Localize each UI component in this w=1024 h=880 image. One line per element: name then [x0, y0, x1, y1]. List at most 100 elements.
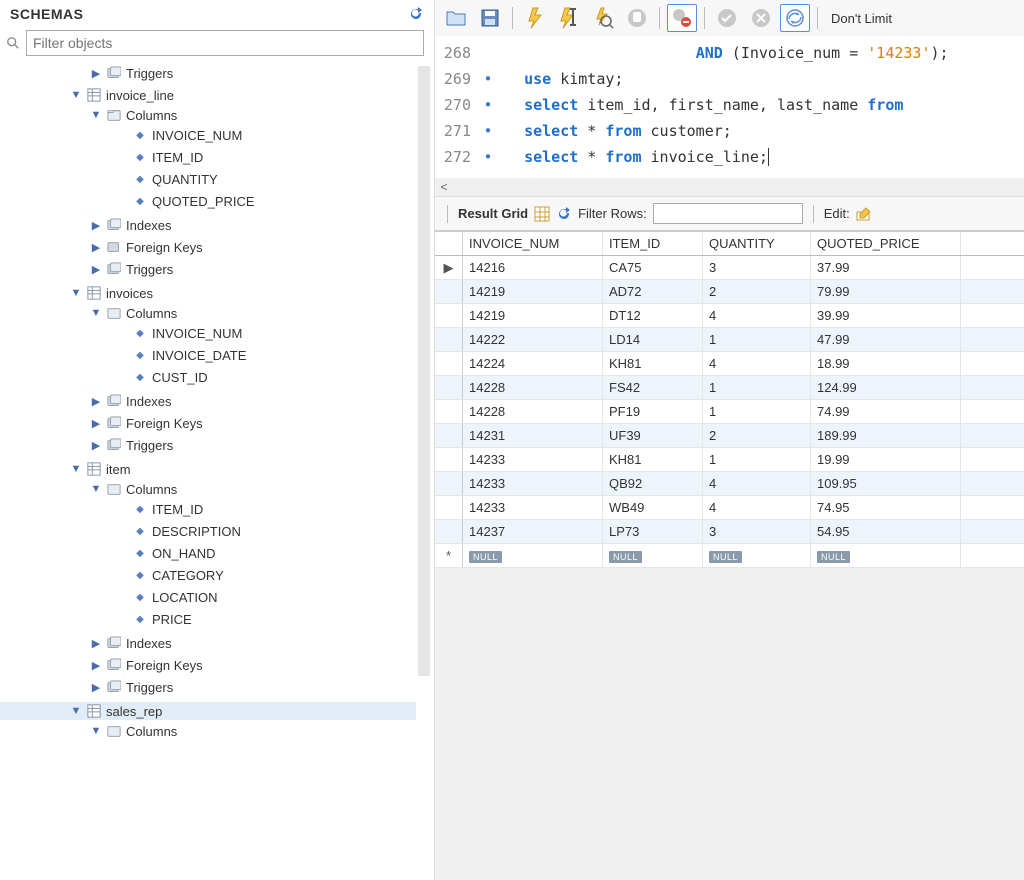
row-handle[interactable]: [435, 448, 463, 471]
grid-cell[interactable]: 4: [703, 472, 811, 495]
tree-node-indexes[interactable]: Indexes: [0, 634, 416, 652]
row-handle[interactable]: [435, 472, 463, 495]
grid-cell-null[interactable]: NULL: [603, 544, 703, 567]
grid-row[interactable]: 14228PF19174.99: [435, 400, 1024, 424]
tree-node-item[interactable]: item: [0, 460, 416, 478]
breakpoint-dot[interactable]: •: [479, 70, 497, 88]
grid-cell[interactable]: 1: [703, 448, 811, 471]
tree-node-fkeys[interactable]: Foreign Keys: [0, 656, 416, 674]
grid-header-cell[interactable]: ITEM_ID: [603, 232, 703, 255]
code-text[interactable]: select * from invoice_line;: [497, 148, 1024, 166]
autocommit-button[interactable]: [780, 4, 810, 32]
stop-on-error-button[interactable]: [667, 4, 697, 32]
tree-node-columns[interactable]: Columns: [0, 722, 416, 740]
grid-cell[interactable]: 14219: [463, 304, 603, 327]
edit-row-icon[interactable]: [856, 206, 874, 222]
grid-row[interactable]: 14233QB924109.95: [435, 472, 1024, 496]
expand-icon[interactable]: [90, 681, 102, 694]
limit-rows-label[interactable]: Don't Limit: [825, 11, 898, 26]
editor-line[interactable]: 271• select * from customer;: [435, 118, 1024, 144]
grid-cell[interactable]: CA75: [603, 256, 703, 279]
code-text[interactable]: AND (Invoice_num = '14233');: [497, 44, 1024, 62]
collapse-icon[interactable]: [90, 725, 102, 737]
tree-scrollbar[interactable]: [418, 66, 430, 676]
rollback-button[interactable]: [746, 4, 776, 32]
grid-cell[interactable]: 79.99: [811, 280, 961, 303]
filter-rows-input[interactable]: [653, 203, 803, 224]
tree-column-price[interactable]: ◆PRICE: [0, 610, 416, 628]
stop-button[interactable]: [622, 4, 652, 32]
grid-cell[interactable]: 1: [703, 376, 811, 399]
grid-cell[interactable]: 1: [703, 328, 811, 351]
grid-cell[interactable]: 3: [703, 520, 811, 543]
tree-node-indexes[interactable]: Indexes: [0, 216, 416, 234]
grid-cell[interactable]: 4: [703, 496, 811, 519]
grid-row[interactable]: 14233KH81119.99: [435, 448, 1024, 472]
grid-cell[interactable]: 74.95: [811, 496, 961, 519]
grid-cell[interactable]: 4: [703, 304, 811, 327]
expand-icon[interactable]: [90, 439, 102, 452]
code-text[interactable]: select item_id, first_name, last_name fr…: [497, 96, 1024, 114]
grid-cell[interactable]: 14233: [463, 448, 603, 471]
row-handle[interactable]: [435, 352, 463, 375]
grid-cell[interactable]: 14228: [463, 400, 603, 423]
schema-tree[interactable]: Triggers invoice_line Columns ◆INVOICE_N…: [0, 62, 434, 880]
grid-null-row[interactable]: * NULL NULL NULL NULL: [435, 544, 1024, 568]
open-file-button[interactable]: [441, 4, 471, 32]
tree-node-columns[interactable]: Columns: [0, 480, 416, 498]
expand-icon[interactable]: [90, 241, 102, 254]
grid-cell[interactable]: 1: [703, 400, 811, 423]
tree-column-on-hand[interactable]: ◆ON_HAND: [0, 544, 416, 562]
grid-cell[interactable]: 14233: [463, 472, 603, 495]
grid-cell[interactable]: 37.99: [811, 256, 961, 279]
sql-editor[interactable]: 268 AND (Invoice_num = '14233');269• use…: [435, 36, 1024, 196]
grid-cell-null[interactable]: NULL: [463, 544, 603, 567]
tree-column-quantity[interactable]: ◆QUANTITY: [0, 170, 416, 188]
grid-cell[interactable]: 109.95: [811, 472, 961, 495]
editor-line[interactable]: 272• select * from invoice_line;: [435, 144, 1024, 170]
tree-node-sales-rep[interactable]: sales_rep: [0, 702, 416, 720]
collapse-icon[interactable]: [70, 89, 82, 101]
grid-cell[interactable]: 2: [703, 280, 811, 303]
tree-column-description[interactable]: ◆DESCRIPTION: [0, 522, 416, 540]
grid-cell[interactable]: DT12: [603, 304, 703, 327]
grid-cell-null[interactable]: NULL: [811, 544, 961, 567]
expand-icon[interactable]: [90, 637, 102, 650]
expand-icon[interactable]: [90, 263, 102, 276]
expand-icon[interactable]: [90, 659, 102, 672]
collapse-icon[interactable]: [70, 705, 82, 717]
grid-cell[interactable]: FS42: [603, 376, 703, 399]
grid-cell[interactable]: 14231: [463, 424, 603, 447]
grid-cell[interactable]: PF19: [603, 400, 703, 423]
row-handle[interactable]: ▶: [435, 256, 463, 279]
grid-row[interactable]: 14219AD72279.99: [435, 280, 1024, 304]
grid-cell[interactable]: 14237: [463, 520, 603, 543]
grid-cell[interactable]: 2: [703, 424, 811, 447]
refresh-icon[interactable]: [408, 6, 424, 22]
tree-column-invoice-num[interactable]: ◆INVOICE_NUM: [0, 324, 416, 342]
tree-column-cust-id[interactable]: ◆CUST_ID: [0, 368, 416, 386]
tree-node-invoices[interactable]: invoices: [0, 284, 416, 302]
tree-node-fkeys[interactable]: Foreign Keys: [0, 414, 416, 432]
grid-cell[interactable]: KH81: [603, 448, 703, 471]
expand-icon[interactable]: [90, 417, 102, 430]
expand-icon[interactable]: [90, 67, 102, 80]
grid-cell[interactable]: 18.99: [811, 352, 961, 375]
grid-cell[interactable]: LP73: [603, 520, 703, 543]
grid-row[interactable]: ▶14216CA75337.99: [435, 256, 1024, 280]
tree-node-fkeys[interactable]: Foreign Keys: [0, 238, 416, 256]
collapse-icon[interactable]: [70, 287, 82, 299]
grid-row[interactable]: 14224KH81418.99: [435, 352, 1024, 376]
tree-node-columns[interactable]: Columns: [0, 304, 416, 322]
grid-cell[interactable]: WB49: [603, 496, 703, 519]
grid-cell[interactable]: 14219: [463, 280, 603, 303]
breakpoint-dot[interactable]: •: [479, 96, 497, 114]
grid-cell[interactable]: QB92: [603, 472, 703, 495]
grid-cell[interactable]: LD14: [603, 328, 703, 351]
grid-header-cell[interactable]: QUANTITY: [703, 232, 811, 255]
grid-row[interactable]: 14233WB49474.95: [435, 496, 1024, 520]
grid-cell[interactable]: AD72: [603, 280, 703, 303]
editor-hscroll[interactable]: <: [435, 178, 1024, 196]
save-button[interactable]: [475, 4, 505, 32]
grid-cell-null[interactable]: NULL: [703, 544, 811, 567]
